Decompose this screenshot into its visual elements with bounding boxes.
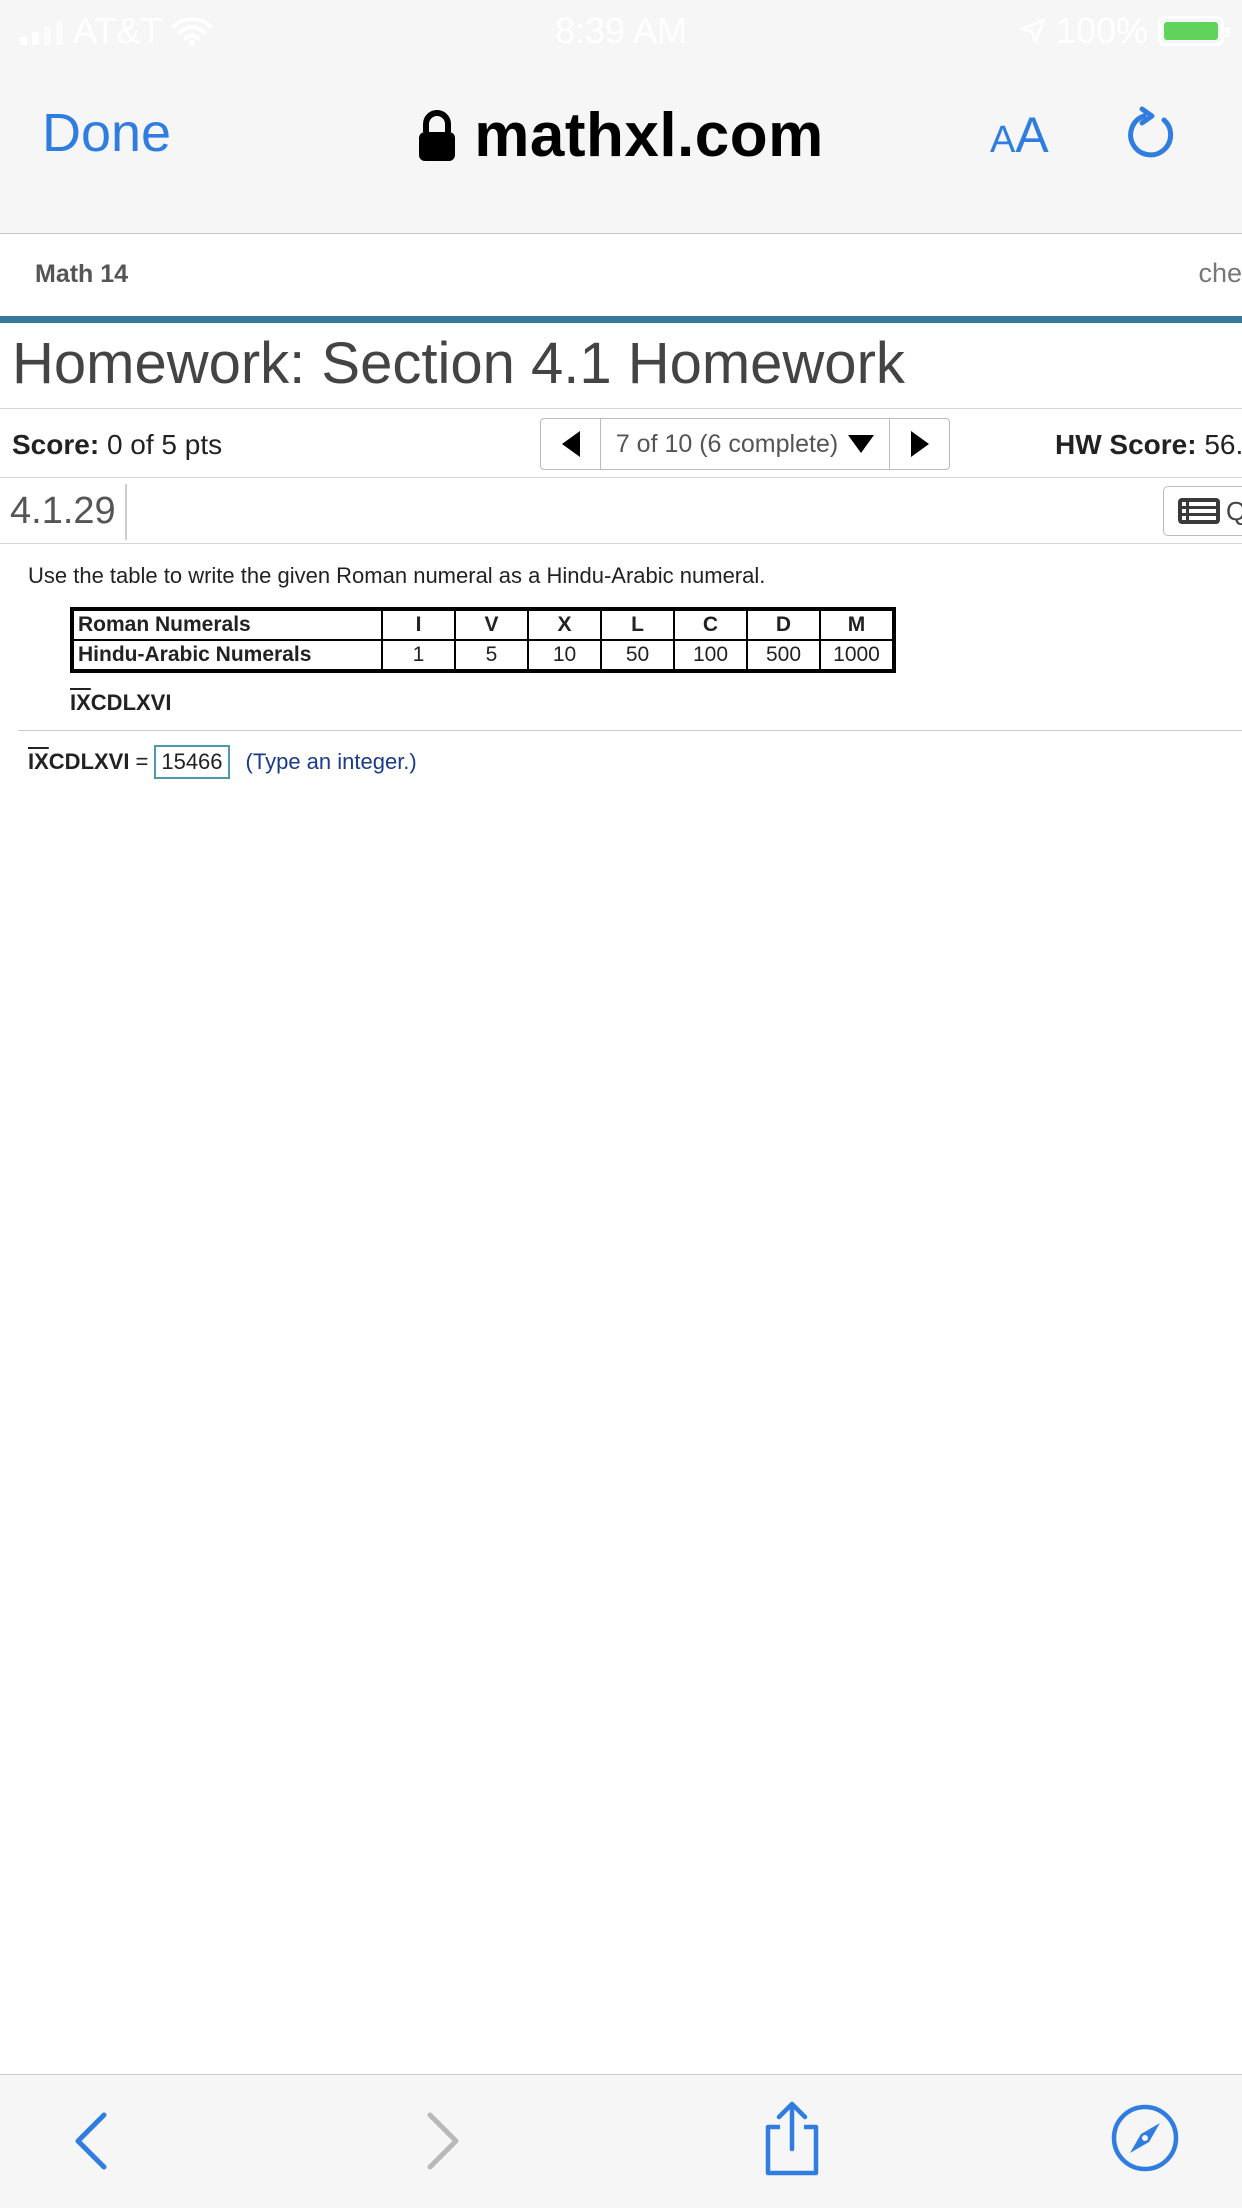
table-row: Hindu-Arabic Numerals 1 5 10 50 100 500 …: [71, 639, 895, 672]
question-position: 7 of 10 (6 complete): [615, 429, 839, 458]
table-cell: 500: [746, 639, 821, 672]
numeral-rest: CDLXVI: [90, 690, 172, 715]
table-cell: 1: [381, 639, 456, 672]
question-list-label: Q: [1226, 495, 1242, 526]
table-cell: M: [819, 608, 895, 641]
status-right: 100%: [1020, 10, 1230, 52]
list-icon: [1178, 498, 1220, 524]
text-size-button[interactable]: AA: [990, 106, 1049, 164]
question-id-row: 4.1.29 Q: [0, 478, 1242, 544]
table-cell: C: [673, 608, 748, 641]
table-cell: 10: [527, 639, 602, 672]
divider: [18, 730, 1242, 731]
page-title: Homework: Section 4.1 Homework: [12, 331, 905, 396]
answer-hint: (Type an integer.): [245, 749, 417, 774]
course-header-right-link[interactable]: che: [1198, 258, 1242, 289]
previous-question-button[interactable]: [541, 419, 601, 469]
overlined-part: IX: [70, 690, 91, 715]
arrow-left-icon: [561, 431, 580, 457]
given-roman-numeral: IXCDLXVI: [70, 690, 171, 716]
question-number: 4.1.29: [10, 490, 116, 532]
browser-top-chrome: AT&T 8:39 AM 100% Done mathxl.com AA: [0, 0, 1242, 234]
chevron-down-icon: [848, 435, 875, 453]
text-size-label: AA: [990, 107, 1049, 163]
lock-icon: [419, 109, 456, 161]
roman-numeral-table: Roman Numerals I V X L C D M Hindu-Arabi…: [70, 607, 896, 673]
reload-icon[interactable]: [1124, 106, 1178, 162]
arrow-right-icon: [910, 431, 929, 457]
url-text: mathxl.com: [474, 101, 824, 170]
share-icon[interactable]: [760, 2101, 824, 2177]
table-cell: 5: [454, 639, 529, 672]
table-cell: Roman Numerals: [71, 608, 383, 641]
table-row: Roman Numerals I V X L C D M: [71, 608, 895, 641]
question-list-button[interactable]: Q: [1163, 486, 1242, 536]
table-cell: X: [527, 608, 602, 641]
question-score: Score: 0 of 5 pts: [12, 429, 222, 461]
next-question-button[interactable]: [889, 419, 949, 469]
overlined-part: IX: [28, 749, 49, 774]
question-navigator: 7 of 10 (6 complete): [540, 418, 950, 470]
safari-toolbar: [0, 2074, 1242, 2208]
table-cell: Hindu-Arabic Numerals: [71, 639, 383, 672]
answer-input[interactable]: 15466: [154, 745, 230, 779]
address-bar[interactable]: mathxl.com: [0, 100, 1242, 171]
course-header: Math 14 che: [0, 234, 1242, 318]
accent-divider: [0, 316, 1242, 323]
back-icon[interactable]: [60, 2109, 124, 2173]
equals-sign: =: [135, 749, 149, 774]
table-cell: L: [600, 608, 675, 641]
hw-score-label: HW Score:: [1055, 429, 1197, 460]
battery-percent: 100%: [1055, 10, 1148, 51]
divider: [125, 484, 127, 540]
status-bar: AT&T 8:39 AM 100%: [0, 0, 1242, 60]
safari-navbar: Done mathxl.com AA: [0, 60, 1242, 210]
table-cell: V: [454, 608, 529, 641]
battery-icon: [1158, 16, 1230, 46]
hw-score-value: 56.: [1204, 429, 1242, 460]
compass-icon[interactable]: [1110, 2103, 1180, 2173]
score-label: Score:: [12, 429, 100, 460]
score-row: Score: 0 of 5 pts 7 of 10 (6 complete) H…: [0, 408, 1242, 478]
numeral-rest: CDLXVI: [48, 749, 130, 774]
table-cell: D: [746, 608, 821, 641]
forward-icon[interactable]: [410, 2109, 474, 2173]
location-icon: [1020, 18, 1046, 44]
table-cell: 1000: [819, 639, 895, 672]
question-instructions: Use the table to write the given Roman n…: [28, 563, 766, 588]
hw-score: HW Score: 56.: [1055, 429, 1242, 461]
answer-lhs: IXCDLXVI: [28, 749, 129, 775]
course-name[interactable]: Math 14: [35, 260, 128, 289]
question-select-dropdown[interactable]: 7 of 10 (6 complete): [601, 419, 889, 469]
answer-row: IXCDLXVI = 15466 (Type an integer.): [28, 745, 417, 779]
table-cell: I: [381, 608, 456, 641]
score-value: 0 of 5 pts: [106, 429, 223, 460]
table-cell: 100: [673, 639, 748, 672]
table-cell: 50: [600, 639, 675, 672]
